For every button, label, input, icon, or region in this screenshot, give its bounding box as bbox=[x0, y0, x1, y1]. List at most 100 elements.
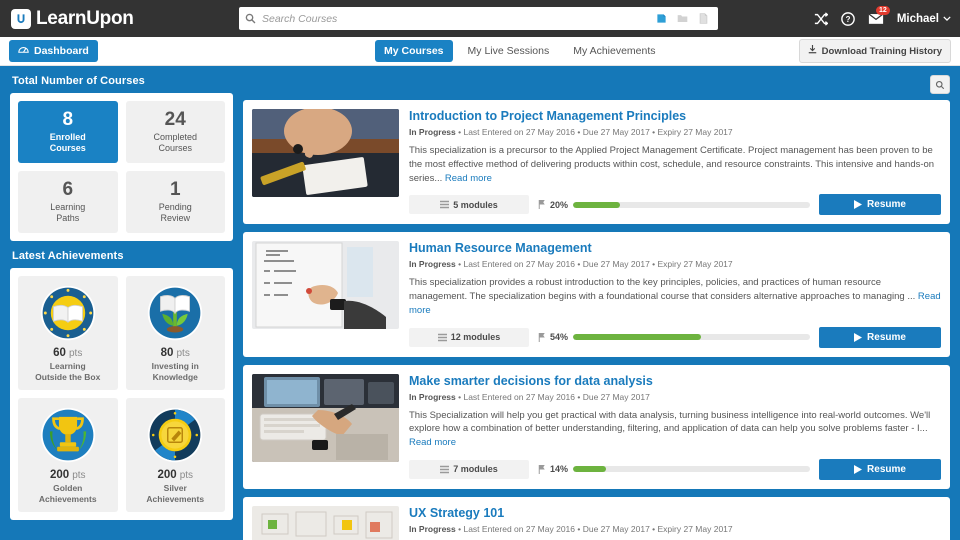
course-info: Make smarter decisions for data analysis… bbox=[409, 374, 941, 480]
points-value: 200 bbox=[157, 469, 177, 482]
course-actions: 5 modules 20% Resume bbox=[409, 194, 941, 216]
points-value: 80 bbox=[160, 347, 174, 359]
tab-my-achievements[interactable]: My Achievements bbox=[564, 40, 664, 62]
top-bar: LearnUpon ? 12 Mic bbox=[0, 0, 960, 37]
course-description: This specialization is a precursor to th… bbox=[409, 144, 941, 185]
stat-completed-courses[interactable]: 24 Completed Courses bbox=[125, 101, 225, 163]
course-dates: • Last Entered on 27 May 2016 • Due 27 M… bbox=[455, 127, 733, 137]
logo[interactable]: LearnUpon bbox=[0, 8, 134, 30]
course-card[interactable]: UX Strategy 101 In Progress • Last Enter… bbox=[243, 496, 950, 540]
trophy-badge-icon bbox=[40, 407, 95, 463]
stat-label: Completed Courses bbox=[153, 131, 198, 153]
play-icon bbox=[854, 200, 863, 210]
percent-label: 14% bbox=[550, 464, 569, 475]
points-unit: pts bbox=[72, 470, 86, 482]
course-card[interactable]: Introduction to Project Management Princ… bbox=[243, 100, 950, 225]
course-title[interactable]: Introduction to Project Management Princ… bbox=[409, 109, 941, 124]
search-input[interactable] bbox=[262, 12, 656, 25]
download-label: Download Training History bbox=[821, 45, 942, 57]
modules-icon bbox=[437, 333, 447, 341]
course-list: Introduction to Project Management Princ… bbox=[243, 75, 950, 540]
document-icon[interactable] bbox=[698, 13, 709, 24]
course-title[interactable]: UX Strategy 101 bbox=[409, 506, 941, 521]
achievement-points: 80 pts bbox=[161, 347, 190, 359]
achievement-name: Golden Achievements bbox=[38, 483, 97, 505]
course-status: In Progress bbox=[409, 259, 456, 270]
course-thumbnail bbox=[252, 373, 399, 462]
course-card[interactable]: Make smarter decisions for data analysis… bbox=[243, 364, 950, 489]
course-tabs: My Courses My Live Sessions My Achieveme… bbox=[375, 40, 665, 62]
user-menu[interactable]: Michael bbox=[897, 13, 951, 25]
achievement-points: 60 pts bbox=[53, 347, 82, 359]
points-value: 200 bbox=[49, 469, 70, 482]
achievement-silver-achievements[interactable]: 200 pts Silver Achievements bbox=[125, 398, 225, 513]
play-icon bbox=[854, 332, 863, 342]
course-status: In Progress bbox=[409, 523, 456, 534]
sidebar: Total Number of Courses 8 Enrolled Course… bbox=[10, 75, 233, 539]
download-icon bbox=[808, 45, 817, 57]
search-icon bbox=[245, 13, 256, 24]
course-dates: • Last Entered on 27 May 2016 • Due 27 M… bbox=[455, 391, 650, 402]
course-title[interactable]: Human Resource Management bbox=[409, 241, 941, 256]
dashboard-label: Dashboard bbox=[34, 45, 89, 57]
book-icon[interactable] bbox=[656, 13, 667, 24]
course-info: Human Resource Management In Progress • … bbox=[409, 241, 941, 348]
achievement-investing-in-knowledge[interactable]: 80 pts Investing in Knowledge bbox=[125, 276, 225, 391]
stat-pending-review[interactable]: 1 Pending Review bbox=[125, 171, 225, 233]
achievement-golden-achievements[interactable]: 200 pts Golden Achievements bbox=[18, 398, 118, 513]
latest-achievements-title: Latest Achievements bbox=[12, 250, 124, 262]
tab-my-courses[interactable]: My Courses bbox=[375, 40, 453, 62]
download-training-history-button[interactable]: Download Training History bbox=[798, 39, 951, 63]
tab-my-live-sessions[interactable]: My Live Sessions bbox=[459, 40, 559, 62]
resume-button[interactable]: Resume bbox=[819, 326, 941, 348]
course-description: This specialization provides a robust in… bbox=[409, 276, 941, 317]
percent-label: 54% bbox=[550, 332, 569, 343]
module-count-label: 5 modules bbox=[453, 199, 498, 210]
dashboard-button[interactable]: Dashboard bbox=[9, 40, 98, 62]
course-status: In Progress bbox=[409, 127, 456, 137]
stat-enrolled-courses[interactable]: 8 Enrolled Courses bbox=[18, 101, 118, 163]
read-more-link[interactable]: Read more bbox=[409, 437, 456, 448]
stat-learning-paths[interactable]: 6 Learning Paths bbox=[18, 171, 118, 233]
points-unit: pts bbox=[179, 470, 194, 482]
course-info: UX Strategy 101 In Progress • Last Enter… bbox=[409, 506, 941, 540]
achievement-name: Investing in Knowledge bbox=[151, 361, 199, 383]
messages-icon[interactable]: 12 bbox=[868, 6, 890, 25]
module-count: 7 modules bbox=[409, 459, 529, 479]
resume-button[interactable]: Resume bbox=[819, 194, 941, 216]
progress-bar bbox=[573, 201, 810, 208]
book-plant-badge-icon bbox=[148, 285, 203, 341]
modules-icon bbox=[440, 465, 450, 474]
course-meta: In Progress • Last Entered on 27 May 201… bbox=[409, 392, 941, 402]
course-title[interactable]: Make smarter decisions for data analysis bbox=[409, 374, 941, 389]
achievement-points: 200 pts bbox=[157, 469, 193, 481]
folder-icon[interactable] bbox=[677, 13, 688, 24]
achievement-points: 200 pts bbox=[50, 469, 86, 481]
stat-label: Pending Review bbox=[158, 201, 192, 223]
percent-label: 20% bbox=[550, 199, 569, 210]
progress-bar bbox=[573, 466, 810, 473]
username-label: Michael bbox=[896, 12, 939, 25]
stat-label: Learning Paths bbox=[50, 201, 86, 223]
course-dates: • Last Entered on 27 May 2016 • Due 27 M… bbox=[455, 259, 733, 270]
total-courses-title: Total Number of Courses bbox=[12, 75, 145, 87]
resume-label: Resume bbox=[867, 331, 906, 343]
points-unit: pts bbox=[176, 348, 190, 359]
course-thumbnail bbox=[252, 505, 399, 540]
stat-number: 6 bbox=[62, 178, 74, 200]
achievement-learning-outside-the-box[interactable]: 60 pts Learning Outside the Box bbox=[18, 276, 118, 391]
read-more-link[interactable]: Read more bbox=[445, 173, 492, 184]
course-stats-card: 8 Enrolled Courses 24 Completed Courses 6 … bbox=[10, 93, 233, 241]
search-bar[interactable] bbox=[239, 7, 718, 30]
help-icon[interactable]: ? bbox=[840, 11, 855, 26]
dashboard-icon bbox=[18, 45, 29, 57]
course-thumbnail bbox=[252, 109, 399, 197]
shuffle-icon[interactable] bbox=[814, 11, 828, 26]
module-count-label: 7 modules bbox=[453, 464, 498, 475]
resume-button[interactable]: Resume bbox=[819, 458, 941, 480]
search-filter-icon[interactable] bbox=[930, 75, 950, 94]
course-card[interactable]: Human Resource Management In Progress • … bbox=[243, 232, 950, 357]
progress-bar-fill bbox=[573, 466, 607, 473]
progress-percent: 20% bbox=[538, 200, 568, 210]
page-body: Total Number of Courses 8 Enrolled Course… bbox=[0, 66, 960, 540]
